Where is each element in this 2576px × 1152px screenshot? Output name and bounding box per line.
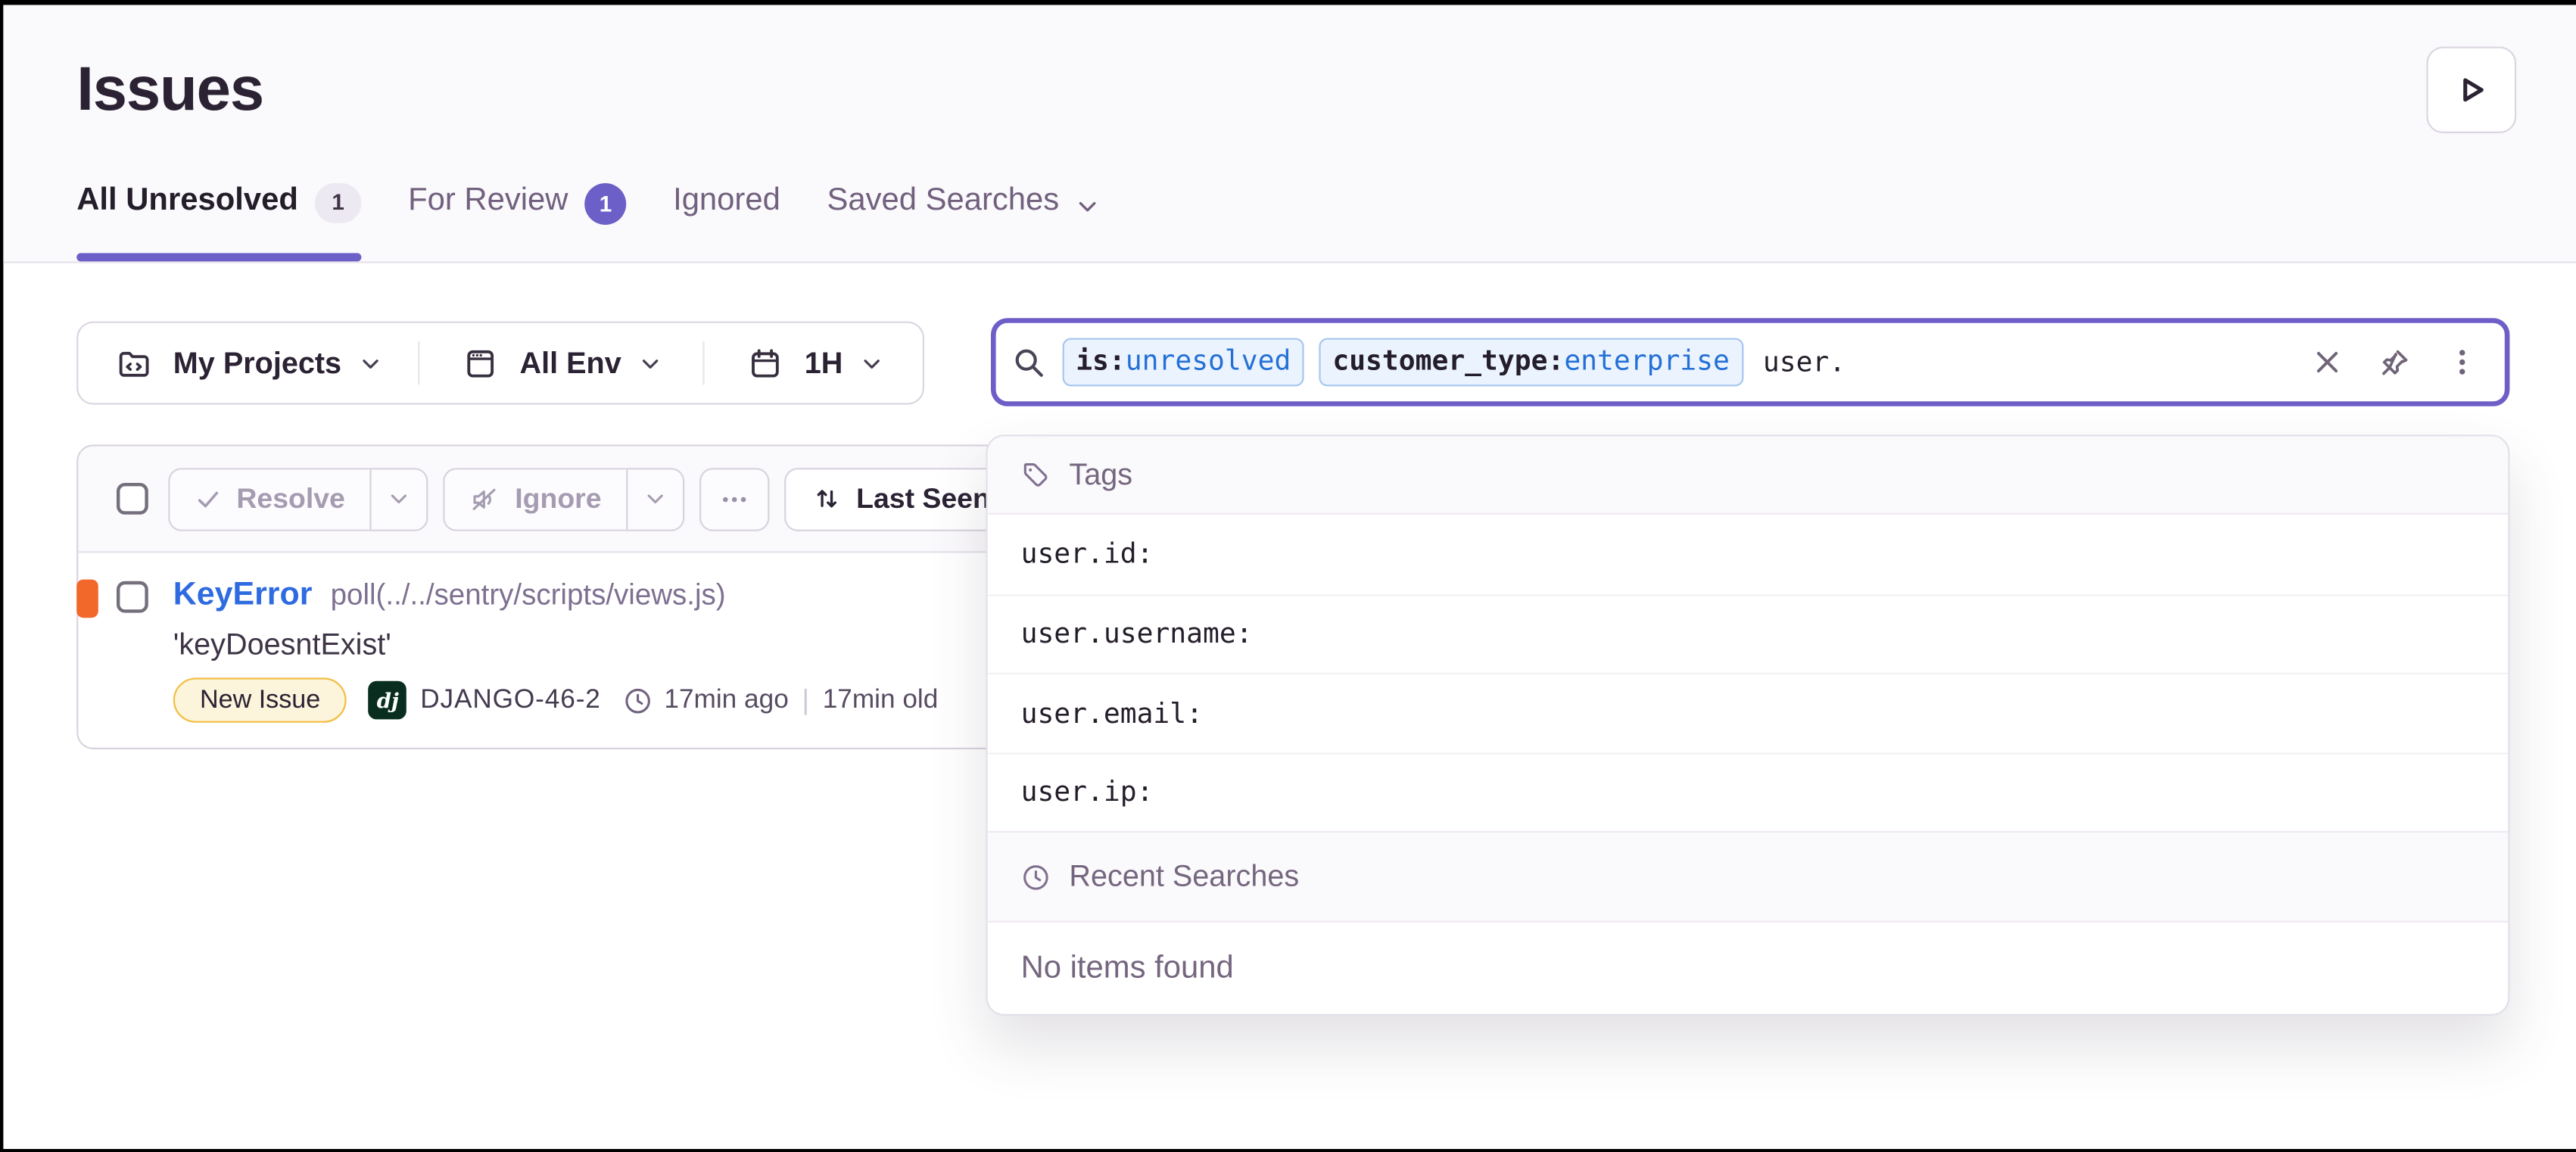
tab-saved-searches[interactable]: Saved Searches	[827, 170, 1099, 263]
pin-search-icon[interactable]	[2378, 346, 2412, 379]
tab-bar: All Unresolved 1 For Review 1 Ignored Sa…	[76, 170, 1099, 263]
chevron-down-icon	[640, 352, 662, 374]
mute-icon	[470, 484, 500, 514]
check-icon	[195, 485, 221, 512]
issue-checkbox[interactable]	[117, 581, 148, 613]
tab-label: Saved Searches	[827, 182, 1059, 222]
chevron-down-icon	[1076, 191, 1099, 228]
search-actions	[2312, 346, 2478, 379]
environment-window-icon	[463, 346, 498, 381]
project-filter-label: My Projects	[173, 346, 341, 381]
select-all-checkbox[interactable]	[117, 483, 148, 515]
resolve-button[interactable]: Resolve	[168, 467, 370, 531]
ignore-dropdown-button[interactable]	[627, 467, 685, 531]
issue-short-id: DJANGO-46-2	[420, 685, 601, 715]
token-key: customer_type:	[1332, 345, 1564, 377]
ignore-split-button: Ignore	[444, 467, 685, 531]
tab-for-review[interactable]: For Review 1	[408, 170, 626, 263]
time-range-label: 1H	[805, 346, 843, 381]
token-value: unresolved	[1126, 345, 1291, 377]
django-platform-icon: dj	[369, 681, 407, 720]
search-icon	[1013, 346, 1046, 379]
page-filter-bar: My Projects All Env 1H	[76, 322, 924, 405]
time-separator: |	[802, 683, 809, 717]
autocomplete-tags-header: Tags	[988, 436, 2509, 514]
time-range-dropdown[interactable]: 1H	[705, 323, 923, 403]
tags-header-label: Tags	[1069, 457, 1132, 492]
issue-culprit: poll(../../sentry/scripts/views.js)	[331, 578, 726, 612]
chevron-down-icon	[360, 352, 382, 374]
error-level-indicator	[76, 580, 97, 618]
clock-icon	[1021, 862, 1051, 892]
play-button[interactable]	[2426, 47, 2516, 133]
issue-last-seen: 17min ago	[664, 685, 788, 715]
resolve-split-button: Resolve	[168, 467, 428, 531]
issue-title-link[interactable]: KeyError	[173, 576, 313, 615]
ignore-label: Ignore	[515, 482, 601, 515]
play-icon	[2453, 72, 2490, 108]
tab-label: For Review	[408, 182, 568, 222]
tab-all-unresolved[interactable]: All Unresolved 1	[76, 170, 361, 263]
tag-icon	[1021, 459, 1051, 490]
sort-arrows-icon	[813, 484, 841, 512]
autocomplete-item[interactable]: user.id:	[988, 515, 2509, 594]
autocomplete-item[interactable]: user.email:	[988, 673, 2509, 752]
tab-count-badge: 1	[584, 182, 626, 224]
autocomplete-item[interactable]: user.ip:	[988, 752, 2509, 831]
recent-searches-label: Recent Searches	[1069, 859, 1299, 894]
issue-times: 17min ago | 17min old	[622, 683, 938, 717]
ignore-button[interactable]: Ignore	[444, 467, 627, 531]
resolve-dropdown-button[interactable]	[370, 467, 428, 531]
resolve-label: Resolve	[236, 482, 344, 515]
projects-folder-icon	[117, 346, 151, 381]
sort-by-button[interactable]: Last Seen	[785, 467, 1019, 531]
autocomplete-item[interactable]: user.username:	[988, 593, 2509, 673]
page-title: Issues	[76, 55, 263, 125]
token-key: is:	[1076, 345, 1126, 377]
calendar-icon	[748, 346, 783, 381]
search-menu-dots-icon[interactable]	[2447, 347, 2478, 378]
search-autocomplete-dropdown: Tags user.id: user.username: user.email:…	[986, 434, 2509, 1016]
chevron-down-icon	[861, 352, 883, 374]
environment-filter-dropdown[interactable]: All Env	[420, 323, 703, 403]
environment-filter-label: All Env	[520, 346, 621, 381]
search-token-customer-type[interactable]: customer_type:enterprise	[1319, 338, 1743, 385]
chevron-down-icon	[388, 488, 410, 510]
clock-icon	[622, 685, 653, 715]
sort-by-label: Last Seen	[856, 482, 990, 515]
ellipsis-icon	[720, 484, 750, 514]
tab-count-badge: 1	[315, 182, 362, 223]
app-window: Issues All Unresolved 1 For Review 1 Ign…	[0, 0, 2576, 1152]
search-typed-text[interactable]: user.	[1763, 347, 1846, 378]
project-filter-dropdown[interactable]: My Projects	[78, 323, 418, 403]
autocomplete-recent-header: Recent Searches	[988, 831, 2509, 923]
tab-ignored[interactable]: Ignored	[673, 170, 780, 263]
issue-age: 17min old	[823, 685, 939, 715]
chevron-down-icon	[645, 488, 667, 510]
tab-label: All Unresolved	[76, 182, 298, 222]
autocomplete-empty-message: No items found	[988, 923, 2509, 1014]
issue-search-bar[interactable]: is:unresolved customer_type:enterprise u…	[991, 318, 2509, 406]
page-header: Issues All Unresolved 1 For Review 1 Ign…	[3, 5, 2576, 263]
tab-label: Ignored	[673, 182, 780, 222]
more-actions-button[interactable]	[699, 467, 769, 531]
new-issue-badge: New Issue	[173, 677, 347, 722]
search-token-is-unresolved[interactable]: is:unresolved	[1063, 338, 1304, 385]
clear-search-icon[interactable]	[2312, 347, 2344, 378]
token-value: enterprise	[1564, 345, 1730, 377]
